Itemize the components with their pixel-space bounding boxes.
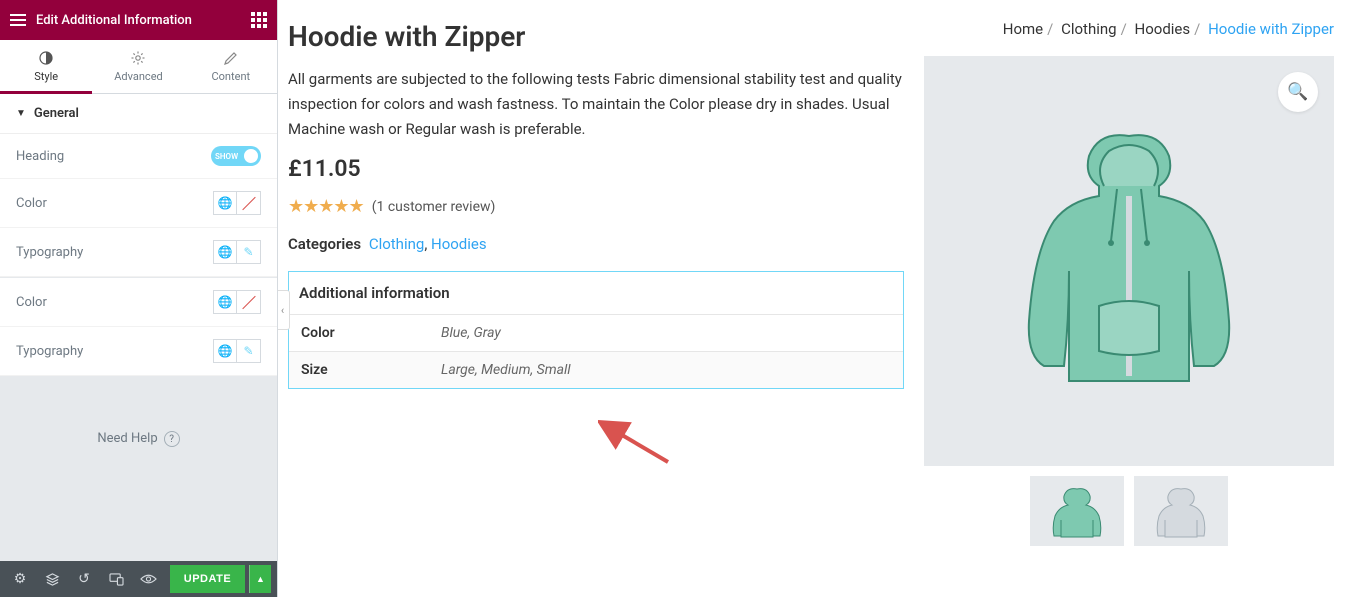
table-row: Size Large, Medium, Small [289,352,903,389]
responsive-icon [109,573,124,586]
categories-row: Categories Clothing, Hoodies [288,235,904,253]
sidebar-header: Edit Additional Information [0,0,277,40]
toggle-text: SHOW [215,152,238,161]
tab-label: Style [34,70,58,83]
control-label: Typography [16,245,83,260]
breadcrumb-link[interactable]: Clothing [1061,20,1117,38]
attr-value: Blue, Gray [429,315,903,352]
product-price: £11.05 [288,155,904,182]
breadcrumb: Home/ Clothing/ Hoodies/ Hoodie with Zip… [924,20,1334,38]
sidebar-footer: ⚙ ↺ UPDATE ▲ [0,561,277,597]
globe-icon: 🌐 [218,295,233,309]
globe-button[interactable]: 🌐 [213,290,237,314]
pencil-icon [223,50,239,66]
review-count[interactable]: (1 customer review) [372,199,496,215]
tab-label: Content [212,70,251,83]
typography-edit-button[interactable]: ✎ [237,240,261,264]
zoom-button[interactable]: 🔍 [1278,72,1318,112]
breadcrumb-current: Hoodie with Zipper [1208,20,1334,38]
hamburger-icon[interactable] [10,14,26,26]
navigator-button[interactable] [38,565,66,593]
control-row-color: Color 🌐 [0,179,277,228]
thumbnail[interactable] [1134,476,1228,546]
category-link[interactable]: Clothing [369,235,425,253]
pencil-icon: ✎ [243,344,253,358]
help-icon: ? [164,431,180,447]
sidebar-title: Edit Additional Information [36,13,251,28]
globe-icon: 🌐 [218,344,233,358]
tab-content[interactable]: Content [185,40,277,93]
attr-name: Size [289,352,429,389]
control-row-color: Color 🌐 [0,278,277,327]
update-options-button[interactable]: ▲ [249,565,271,593]
toggle-knob [244,149,258,163]
globe-button[interactable]: 🌐 [213,339,237,363]
pencil-icon: ✎ [243,245,253,259]
eye-icon [140,573,157,585]
table-row: Color Blue, Gray [289,315,903,352]
collapse-sidebar-handle[interactable]: ‹ [278,290,290,330]
control-label: Color [16,196,47,211]
preview-button[interactable] [134,565,162,593]
control-label: Heading [16,149,64,164]
settings-button[interactable]: ⚙ [6,565,34,593]
apps-grid-icon[interactable] [251,12,267,28]
help-label: Need Help [97,431,157,446]
attr-value: Large, Medium, Small [429,352,903,389]
update-button[interactable]: UPDATE [170,565,245,593]
section-title: General [34,106,79,121]
tab-style[interactable]: Style [0,40,92,93]
attr-name: Color [289,315,429,352]
preview-canvas: ‹ Hoodie with Zipper All garments are su… [278,0,1348,597]
gear-icon [130,50,146,66]
caret-up-icon: ▲ [256,574,265,585]
thumbnail[interactable] [1030,476,1124,546]
breadcrumb-link[interactable]: Hoodies [1135,20,1191,38]
additional-information-widget[interactable]: Additional information Color Blue, Gray … [288,271,904,389]
control-label: Color [16,295,47,310]
section-general: ▼ General Heading SHOW Color 🌐 Typograph… [0,94,277,376]
hoodie-illustration [999,121,1259,401]
control-row-heading: Heading SHOW [0,134,277,179]
tab-label: Advanced [114,70,162,83]
star-rating: ★★★★★ [288,196,364,217]
gear-icon: ⚙ [14,571,27,587]
stack-icon [45,572,60,587]
product-title: Hoodie with Zipper [288,20,904,53]
category-link[interactable]: Hoodies [431,235,487,253]
chevron-left-icon: ‹ [281,304,284,317]
product-thumbnails [924,476,1334,546]
heading-toggle[interactable]: SHOW [211,146,261,166]
globe-icon: 🌐 [218,196,233,210]
rating-row: ★★★★★ (1 customer review) [288,196,904,217]
product-image[interactable]: 🔍 [924,56,1334,466]
categories-label: Categories [288,235,361,253]
editor-sidebar: Edit Additional Information Style Advanc… [0,0,278,597]
control-row-typography: Typography 🌐 ✎ [0,327,277,376]
color-none-button[interactable] [237,191,261,215]
color-none-button[interactable] [237,290,261,314]
sidebar-tabs: Style Advanced Content [0,40,277,94]
control-row-typography: Typography 🌐 ✎ [0,228,277,277]
magnifier-icon: 🔍 [1287,82,1308,102]
breadcrumb-link[interactable]: Home [1003,20,1043,38]
tab-advanced[interactable]: Advanced [92,40,184,93]
caret-down-icon: ▼ [16,108,26,119]
control-label: Typography [16,344,83,359]
additional-info-heading: Additional information [289,272,903,314]
attributes-table: Color Blue, Gray Size Large, Medium, Sma… [289,314,903,388]
globe-button[interactable]: 🌐 [213,240,237,264]
globe-icon: 🌐 [218,245,233,259]
typography-edit-button[interactable]: ✎ [237,339,261,363]
globe-button[interactable]: 🌐 [213,191,237,215]
need-help[interactable]: Need Help ? [0,376,277,561]
product-description: All garments are subjected to the follow… [288,67,904,141]
half-circle-icon [38,50,54,66]
responsive-button[interactable] [102,565,130,593]
history-icon: ↺ [78,571,90,587]
history-button[interactable]: ↺ [70,565,98,593]
section-toggle-general[interactable]: ▼ General [0,94,277,134]
